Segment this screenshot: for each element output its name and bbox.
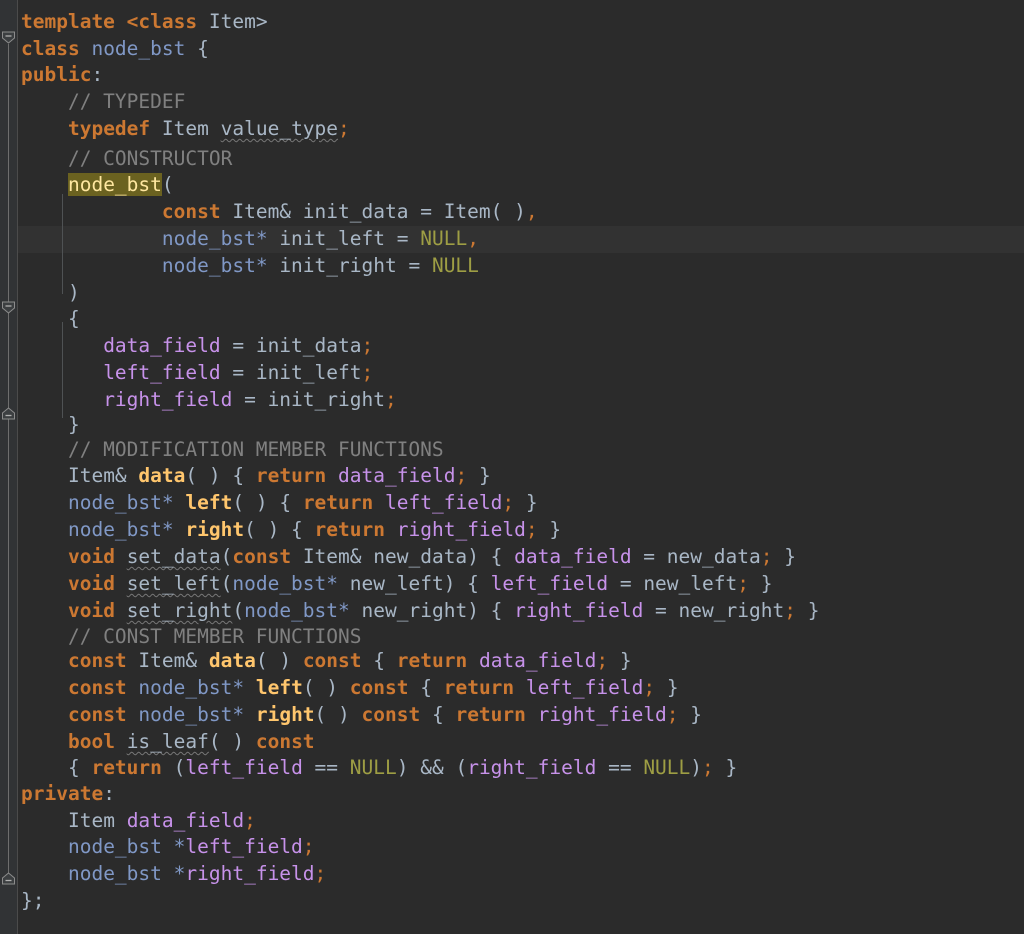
fold-marker-ctor-end[interactable]	[1, 406, 16, 421]
code-content[interactable]: template <class Item> class node_bst { p…	[17, 0, 1024, 934]
code-line-17[interactable]: // MODIFICATION MEMBER FUNCTIONS	[17, 437, 1024, 464]
code-line-15[interactable]: right_field = init_right;	[17, 387, 1024, 414]
code-line-19[interactable]: node_bst* left( ) { return left_field; }	[17, 490, 1024, 517]
code-line-18[interactable]: Item& data( ) { return data_field; }	[17, 463, 1024, 490]
fold-marker-class-start[interactable]	[1, 30, 16, 45]
code-line-26[interactable]: const node_bst* left( ) const { return l…	[17, 675, 1024, 702]
code-editor[interactable]: template <class Item> class node_bst { p…	[0, 0, 1024, 934]
fold-region-line-class	[8, 44, 9, 880]
code-line-23[interactable]: void set_right(node_bst* new_right) { ri…	[17, 598, 1024, 625]
code-line-7[interactable]: node_bst(	[17, 172, 1024, 199]
token-highlighted-identifier: node_bst	[67, 173, 162, 196]
code-line-9[interactable]: node_bst* init_left = NULL,	[17, 226, 1024, 253]
indent-guide-ctor-body	[62, 322, 63, 418]
fold-marker-ctor-start[interactable]	[1, 300, 16, 315]
token-keyword: template	[21, 10, 115, 33]
code-line-21[interactable]: void set_data(const Item& new_data) { da…	[17, 544, 1024, 571]
code-line-3[interactable]: public:	[17, 62, 1024, 89]
code-line-1[interactable]: template <class Item>	[17, 9, 1024, 36]
code-line-6[interactable]: // CONSTRUCTOR	[17, 146, 1024, 173]
code-line-32[interactable]: node_bst *left_field;	[17, 834, 1024, 861]
fold-gutter[interactable]	[0, 0, 18, 934]
code-line-2[interactable]: class node_bst {	[17, 36, 1024, 63]
fold-marker-class-end[interactable]	[1, 871, 16, 886]
token-spell-warning: value_type	[220, 117, 339, 140]
code-line-27[interactable]: const node_bst* right( ) const { return …	[17, 702, 1024, 729]
code-line-28[interactable]: bool is_leaf( ) const	[17, 729, 1024, 756]
code-line-20[interactable]: node_bst* right( ) { return right_field;…	[17, 517, 1024, 544]
code-line-33[interactable]: node_bst *right_field;	[17, 861, 1024, 888]
code-line-11[interactable]: )	[17, 280, 1024, 307]
code-line-24[interactable]: // CONST MEMBER FUNCTIONS	[17, 624, 1024, 651]
code-line-4[interactable]: // TYPEDEF	[17, 89, 1024, 116]
code-line-22[interactable]: void set_left(node_bst* new_left) { left…	[17, 571, 1024, 598]
code-line-8[interactable]: const Item& init_data = Item( ),	[17, 199, 1024, 226]
code-line-10[interactable]: node_bst* init_right = NULL	[17, 253, 1024, 280]
code-line-12[interactable]: {	[17, 306, 1024, 333]
code-line-30[interactable]: private:	[17, 781, 1024, 808]
token-member-field: data_field	[103, 334, 221, 357]
token-function-name: data	[138, 464, 186, 487]
code-line-13[interactable]: data_field = init_data;	[17, 333, 1024, 360]
code-line-5[interactable]: typedef Item value_type;	[17, 116, 1024, 143]
code-line-34[interactable]: };	[17, 888, 1024, 915]
code-line-16[interactable]: }	[17, 412, 1024, 439]
code-line-31[interactable]: Item data_field;	[17, 808, 1024, 835]
indent-guide-ctor-params	[62, 194, 63, 294]
code-line-29[interactable]: { return (left_field == NULL) && (right_…	[17, 755, 1024, 782]
code-line-25[interactable]: const Item& data( ) const { return data_…	[17, 648, 1024, 675]
code-line-14[interactable]: left_field = init_left;	[17, 360, 1024, 387]
fold-region-line-ctor	[8, 314, 9, 414]
